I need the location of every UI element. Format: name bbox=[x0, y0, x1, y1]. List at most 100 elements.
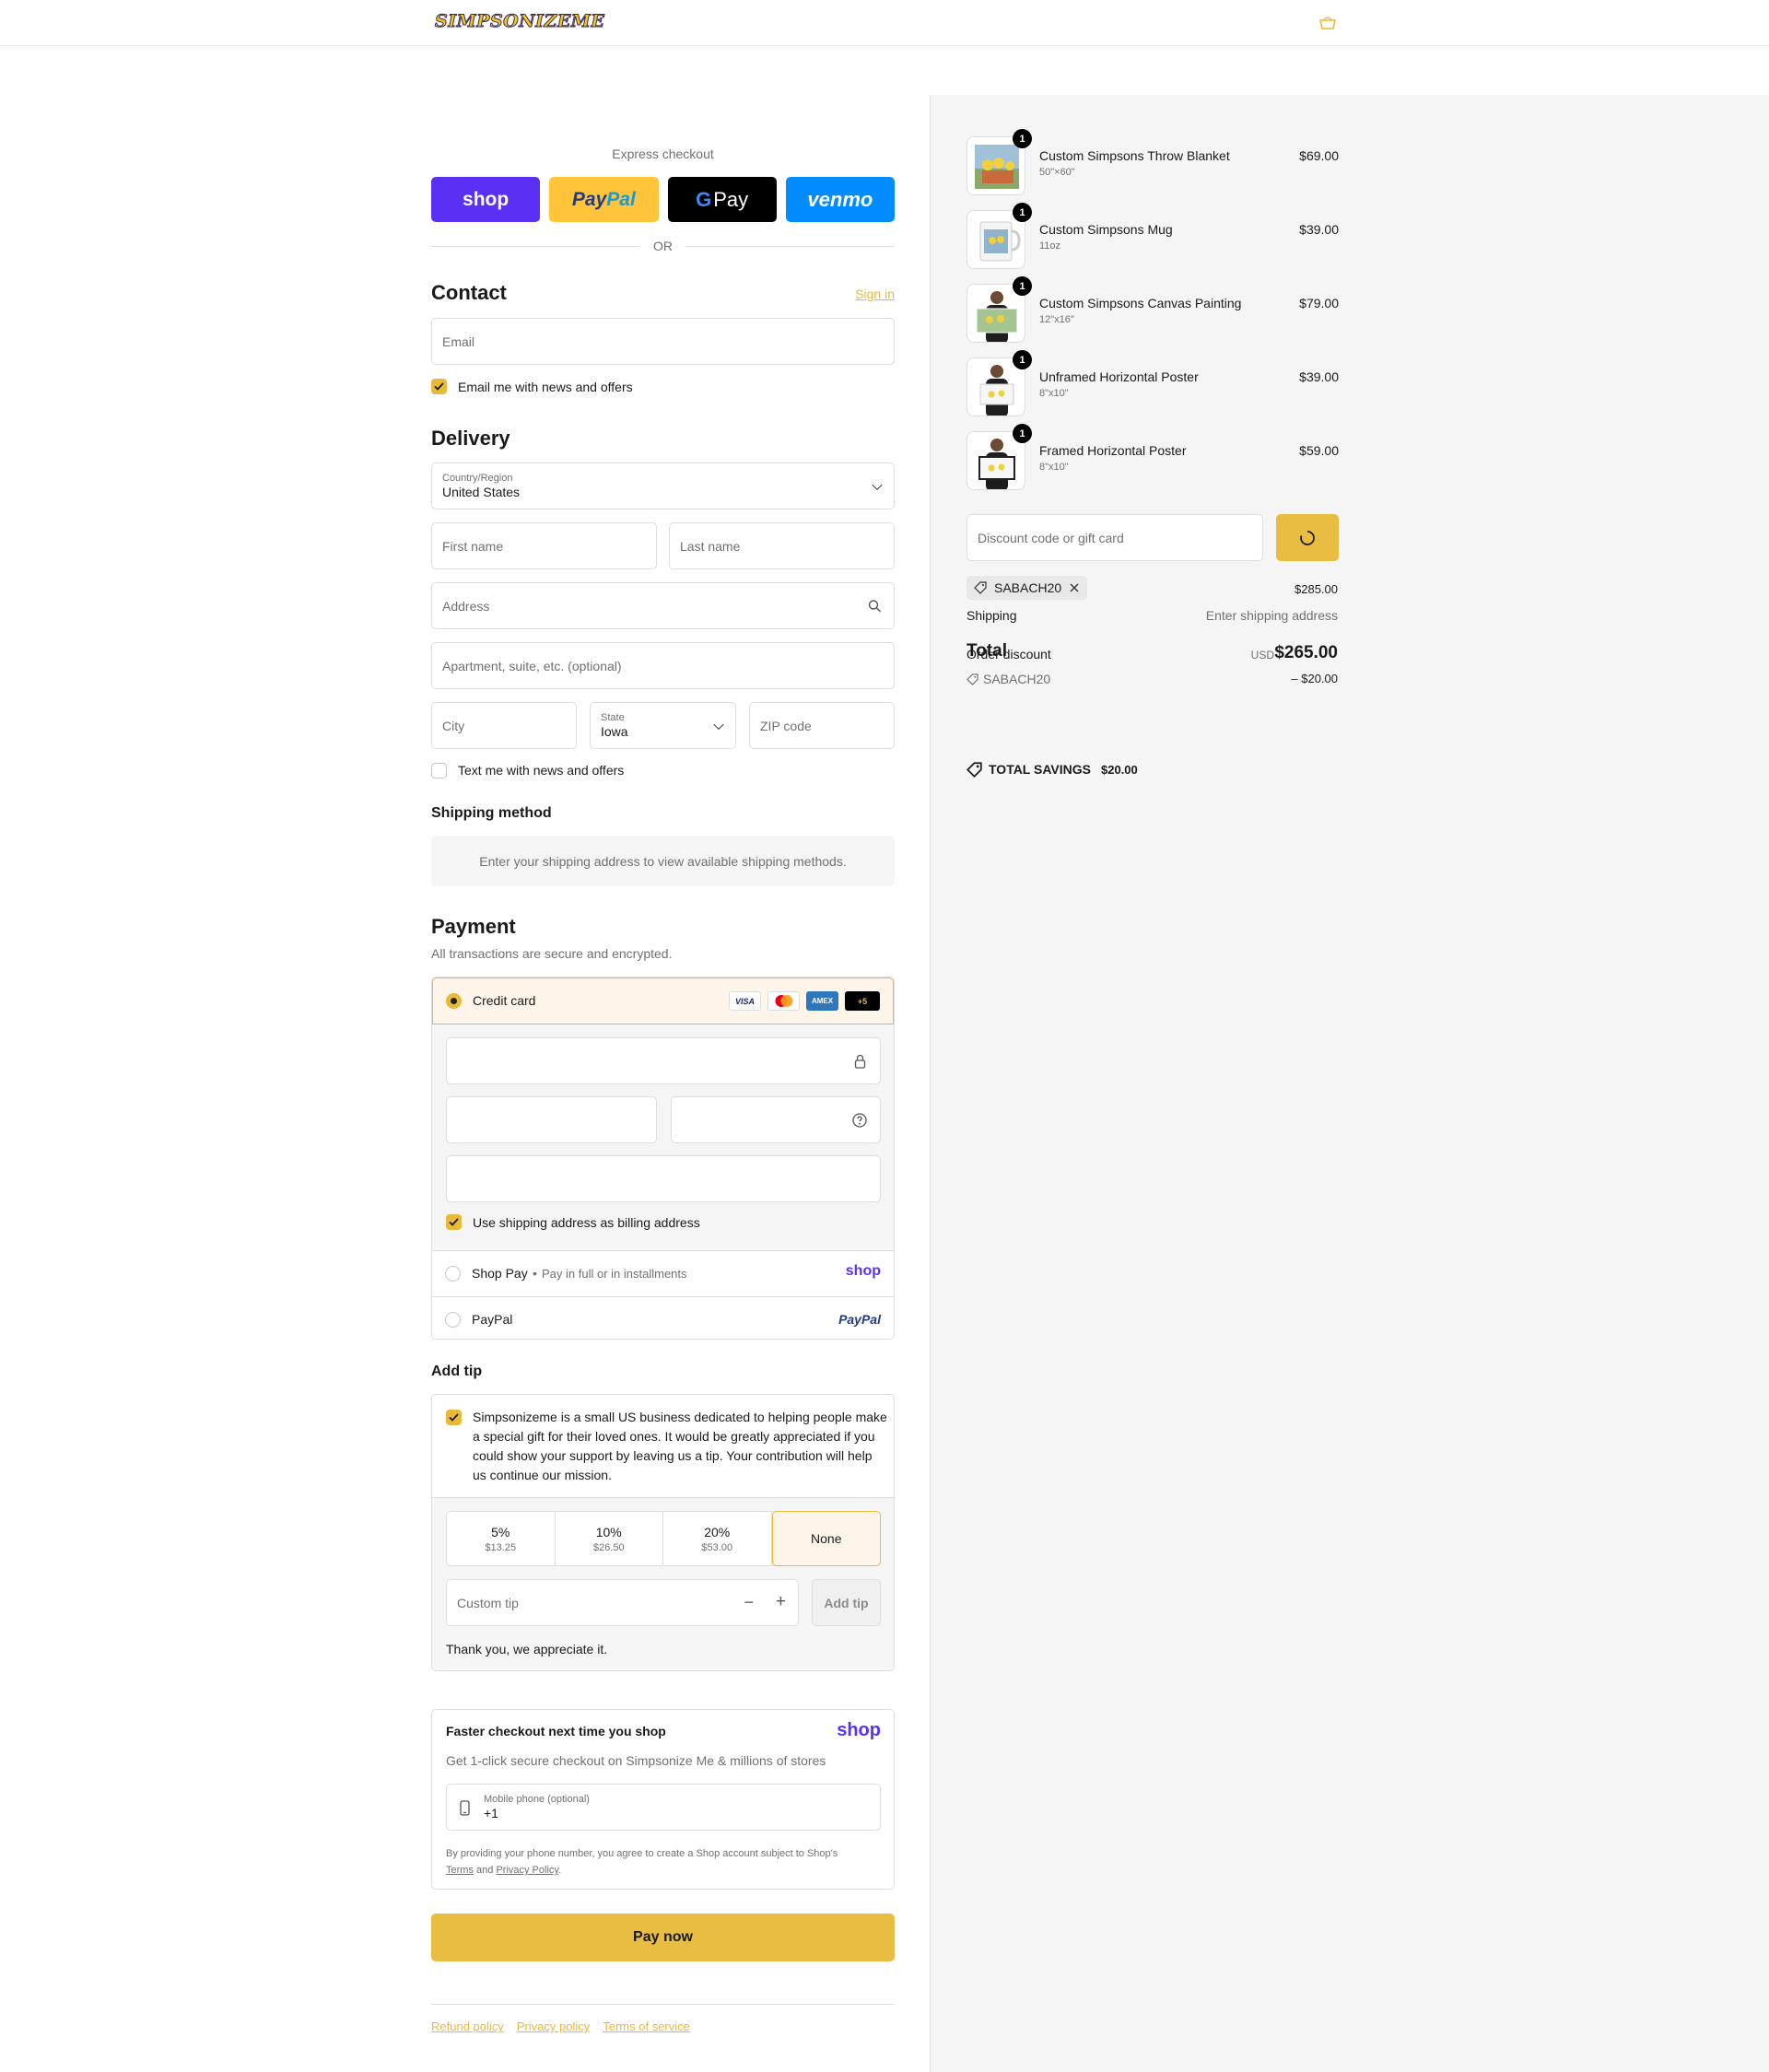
pay-now-button[interactable]: Pay now bbox=[431, 1914, 895, 1961]
item-variant: 50"×60" bbox=[1039, 167, 1075, 178]
mobile-phone-field[interactable]: Mobile phone (optional) +1 bbox=[446, 1784, 881, 1831]
zip-field[interactable]: ZIP code bbox=[749, 702, 895, 749]
tip-percent: 10% bbox=[595, 1524, 622, 1539]
shop-pay-subtitle: Pay in full or in installments bbox=[542, 1267, 687, 1281]
lock-icon bbox=[854, 1054, 866, 1069]
item-name: Custom Simpsons Mug bbox=[1039, 222, 1173, 237]
shop-pay-radio[interactable] bbox=[445, 1266, 461, 1282]
applied-code: SABACH20 bbox=[994, 580, 1062, 595]
delivery-title: Delivery bbox=[431, 427, 510, 450]
divider-line bbox=[685, 245, 895, 247]
total-label: Total bbox=[967, 641, 1007, 661]
item-price: $39.00 bbox=[1299, 222, 1339, 237]
last-name-placeholder: Last name bbox=[680, 538, 741, 554]
header: SIMPSONIZEME bbox=[0, 0, 1769, 46]
quantity-badge: 1 bbox=[1013, 203, 1032, 222]
checkmark-icon bbox=[449, 1218, 459, 1226]
country-value: United States bbox=[442, 485, 521, 499]
email-news-checkbox[interactable] bbox=[431, 379, 447, 394]
checkmark-icon bbox=[449, 1413, 459, 1422]
tip-checkbox[interactable] bbox=[446, 1410, 462, 1425]
paypal-label: PayPal bbox=[472, 1312, 513, 1327]
state-select[interactable]: State Iowa bbox=[590, 702, 736, 749]
credit-card-option[interactable]: Credit card VISA AMEX +5 bbox=[432, 977, 894, 1024]
privacy-link[interactable]: Privacy Policy bbox=[496, 1865, 558, 1876]
plus-icon[interactable]: + bbox=[776, 1592, 786, 1612]
chevron-down-icon bbox=[713, 719, 724, 730]
card-number-field[interactable] bbox=[446, 1037, 881, 1084]
shop-signup-box: Faster checkout next time you shop shop … bbox=[431, 1709, 895, 1890]
tip-option-10[interactable]: 10% $26.50 bbox=[556, 1512, 663, 1565]
phone-label: Mobile phone (optional) bbox=[484, 1794, 590, 1805]
first-name-placeholder: First name bbox=[442, 538, 504, 554]
paypal-radio[interactable] bbox=[445, 1312, 461, 1328]
email-news-label: Email me with news and offers bbox=[458, 380, 633, 394]
shop-signup-subtitle: Get 1-click secure checkout on Simpsoniz… bbox=[446, 1753, 826, 1768]
custom-tip-field[interactable]: Custom tip − + bbox=[446, 1579, 799, 1626]
google-pay-label: Pay bbox=[713, 187, 749, 211]
google-g-icon: G bbox=[696, 187, 712, 211]
total-value: $265.00 bbox=[1274, 643, 1338, 662]
refund-policy-link[interactable]: Refund policy bbox=[431, 2019, 504, 2033]
order-discount-code: SABACH20 bbox=[983, 672, 1051, 686]
tip-options: 5% $13.25 10% $26.50 20% $53.00 None bbox=[446, 1511, 881, 1566]
shop-pay-label: Shop Pay bbox=[472, 1266, 528, 1281]
sign-in-link[interactable]: Sign in bbox=[855, 287, 895, 301]
shop-pay-button[interactable]: shop bbox=[431, 177, 541, 222]
billing-address-checkbox[interactable] bbox=[446, 1214, 462, 1230]
item-price: $59.00 bbox=[1299, 443, 1339, 458]
shop-pay-label: shop bbox=[463, 188, 510, 210]
apartment-field[interactable]: Apartment, suite, etc. (optional) bbox=[431, 642, 895, 689]
tip-option-5[interactable]: 5% $13.25 bbox=[447, 1512, 556, 1565]
tip-percent: 20% bbox=[704, 1524, 731, 1539]
quantity-badge: 1 bbox=[1013, 350, 1032, 369]
payment-title: Payment bbox=[431, 915, 516, 938]
search-icon bbox=[868, 599, 881, 612]
add-tip-button[interactable]: Add tip bbox=[812, 1579, 881, 1626]
tip-option-20[interactable]: 20% $53.00 bbox=[663, 1512, 772, 1565]
visa-icon: VISA bbox=[729, 991, 761, 1011]
close-icon[interactable] bbox=[1069, 582, 1080, 593]
store-logo[interactable]: SIMPSONIZEME bbox=[434, 11, 636, 37]
paypal-option[interactable]: PayPal PayPal bbox=[432, 1296, 894, 1339]
address-field[interactable]: Address bbox=[431, 582, 895, 629]
venmo-button[interactable]: venmo bbox=[785, 177, 895, 222]
city-field[interactable]: City bbox=[431, 702, 577, 749]
last-name-field[interactable]: Last name bbox=[669, 522, 895, 569]
item-name: Unframed Horizontal Poster bbox=[1039, 369, 1199, 384]
logo-text: SIMPSONIZEME bbox=[434, 11, 605, 32]
bag-icon[interactable] bbox=[1318, 15, 1338, 29]
payment-subtitle: All transactions are secure and encrypte… bbox=[431, 946, 673, 961]
tip-amount: $26.50 bbox=[592, 1541, 625, 1553]
mastercard-icon bbox=[767, 991, 800, 1011]
tip-thanks: Thank you, we appreciate it. bbox=[446, 1642, 608, 1656]
expiry-field[interactable] bbox=[446, 1096, 657, 1143]
country-select[interactable]: Country/Region United States bbox=[431, 462, 895, 509]
checkmark-icon bbox=[434, 382, 444, 391]
credit-card-radio[interactable] bbox=[446, 993, 462, 1009]
paypal-button[interactable]: Pay Pal bbox=[549, 177, 659, 222]
terms-link[interactable]: Terms bbox=[446, 1865, 474, 1876]
shop-pay-option[interactable]: Shop Pay • Pay in full or in installment… bbox=[432, 1250, 894, 1296]
first-name-field[interactable]: First name bbox=[431, 522, 657, 569]
chevron-down-icon bbox=[872, 479, 883, 490]
name-on-card-field[interactable] bbox=[446, 1155, 881, 1202]
tip-option-none[interactable]: None bbox=[771, 1511, 881, 1566]
help-icon[interactable] bbox=[852, 1113, 867, 1128]
contact-title: Contact bbox=[431, 281, 507, 304]
terms-of-service-link[interactable]: Terms of service bbox=[603, 2019, 690, 2033]
tip-percent: None bbox=[811, 1531, 842, 1546]
paypal-logo: PayPal bbox=[838, 1312, 881, 1327]
security-code-field[interactable] bbox=[671, 1096, 881, 1143]
tip-percent: 5% bbox=[491, 1524, 510, 1539]
apply-discount-button[interactable] bbox=[1276, 514, 1339, 561]
item-name: Custom Simpsons Canvas Painting bbox=[1039, 296, 1242, 310]
text-news-checkbox[interactable] bbox=[431, 763, 447, 778]
minus-icon[interactable]: − bbox=[744, 1593, 754, 1612]
email-field[interactable]: Email bbox=[431, 318, 895, 365]
google-pay-button[interactable]: G Pay bbox=[667, 177, 777, 222]
privacy-policy-link[interactable]: Privacy policy bbox=[517, 2019, 590, 2033]
item-variant: 12"x16" bbox=[1039, 314, 1074, 325]
text-news-label: Text me with news and offers bbox=[458, 763, 625, 778]
discount-code-input[interactable]: Discount code or gift card bbox=[967, 514, 1263, 561]
